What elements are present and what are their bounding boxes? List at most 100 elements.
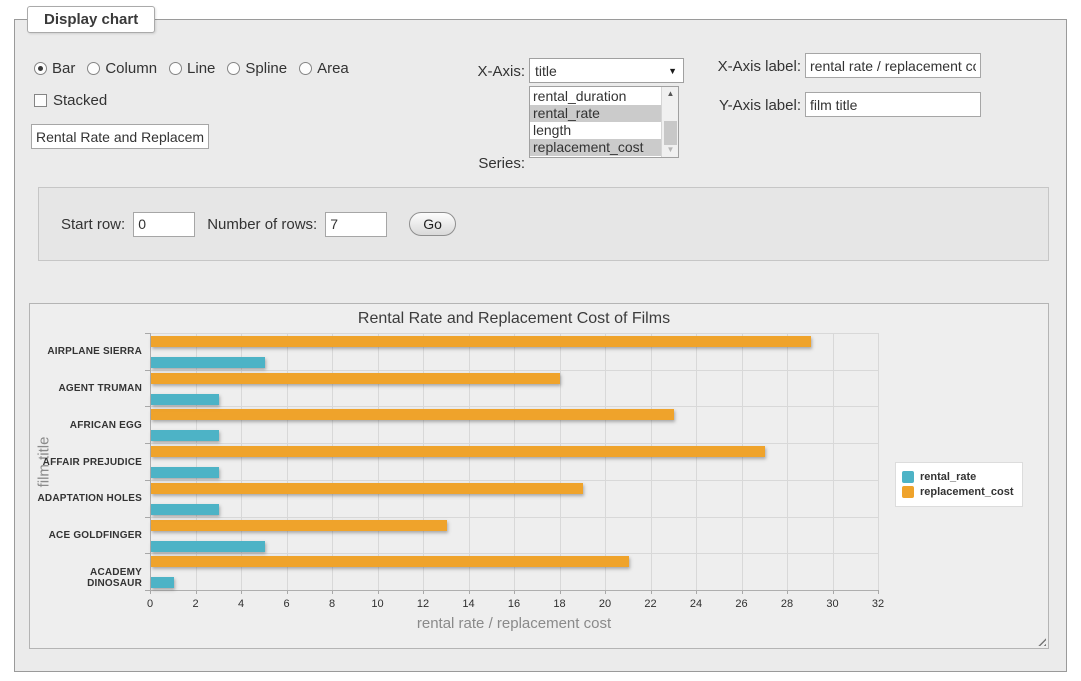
legend-item[interactable]: replacement_cost — [902, 486, 1014, 498]
bar-rental_rate[interactable] — [151, 357, 265, 368]
bar-replacement_cost[interactable] — [151, 336, 811, 347]
legend-item[interactable]: rental_rate — [902, 471, 1014, 483]
rows-panel: Start row: Number of rows: Go — [38, 187, 1049, 261]
go-button[interactable]: Go — [409, 212, 456, 236]
chart-title: Rental Rate and Replacement Cost of Film… — [150, 310, 878, 328]
scrollbar-thumb[interactable] — [664, 121, 677, 145]
x-axis-selected-value: title — [535, 63, 557, 79]
stacked-label: Stacked — [53, 92, 107, 109]
x-axis-label-label: X-Axis label: — [671, 58, 801, 75]
chart-legend: rental_rate replacement_cost — [895, 462, 1023, 507]
x-tick-label: 32 — [863, 598, 893, 610]
start-row-input[interactable] — [133, 212, 195, 237]
x-tick-label: 30 — [818, 598, 848, 610]
grid-line — [287, 333, 288, 590]
bar-replacement_cost[interactable] — [151, 446, 765, 457]
chart-type-area[interactable]: Area — [299, 60, 349, 77]
chart-type-bar[interactable]: Bar — [34, 60, 75, 77]
chart-container: Rental Rate and Replacement Cost of Film… — [29, 303, 1049, 649]
category-label: AIRPLANE SIERRA — [34, 346, 142, 357]
radio-icon[interactable] — [227, 62, 240, 75]
x-tick-label: 14 — [454, 598, 484, 610]
x-tick-label: 12 — [408, 598, 438, 610]
legend-swatch-icon — [902, 471, 914, 483]
chart-type-column[interactable]: Column — [87, 60, 157, 77]
x-tick-label: 2 — [181, 598, 211, 610]
stacked-option[interactable]: Stacked — [34, 92, 107, 109]
grid-line — [514, 333, 515, 590]
grid-line — [332, 333, 333, 590]
bar-rental_rate[interactable] — [151, 504, 219, 515]
x-tick-label: 18 — [545, 598, 575, 610]
bar-rental_rate[interactable] — [151, 541, 265, 552]
x-tick-label: 10 — [363, 598, 393, 610]
chart-type-spline[interactable]: Spline — [227, 60, 287, 77]
number-of-rows-label: Number of rows: — [207, 216, 317, 233]
x-tick-label: 6 — [272, 598, 302, 610]
x-tick-label: 26 — [727, 598, 757, 610]
category-label: ACE GOLDFINGER — [34, 530, 142, 541]
x-axis-line — [150, 590, 878, 591]
resize-handle-icon[interactable] — [1035, 635, 1046, 646]
category-label: AFRICAN EGG — [34, 420, 142, 431]
scroll-down-icon[interactable]: ▼ — [662, 143, 679, 157]
radio-icon[interactable] — [299, 62, 312, 75]
stacked-checkbox[interactable] — [34, 94, 47, 107]
x-tick-label: 16 — [499, 598, 529, 610]
x-tick-label: 4 — [226, 598, 256, 610]
bar-replacement_cost[interactable] — [151, 483, 583, 494]
grid-line — [469, 333, 470, 590]
radio-icon[interactable] — [87, 62, 100, 75]
x-tick-label: 20 — [590, 598, 620, 610]
series-select-label: Series: — [395, 155, 525, 172]
chart-type-area-label: Area — [317, 60, 349, 77]
number-of-rows-input[interactable] — [325, 212, 387, 237]
x-tick-mark — [878, 590, 879, 594]
radio-icon[interactable] — [34, 62, 47, 75]
bar-rental_rate[interactable] — [151, 577, 174, 588]
category-label: ADAPTATION HOLES — [34, 493, 142, 504]
series-option-replacement-cost[interactable]: replacement_cost — [530, 139, 661, 156]
category-label: ACADEMY DINOSAUR — [34, 567, 142, 589]
series-option-rental-duration[interactable]: rental_duration — [530, 88, 661, 105]
legend-label: rental_rate — [920, 471, 976, 483]
x-axis-title: rental rate / replacement cost — [150, 615, 878, 632]
chart-type-spline-label: Spline — [245, 60, 287, 77]
bar-rental_rate[interactable] — [151, 394, 219, 405]
x-axis-label-input[interactable] — [805, 53, 981, 78]
start-row-label: Start row: — [61, 216, 125, 233]
bar-rental_rate[interactable] — [151, 467, 219, 478]
grid-line — [423, 333, 424, 590]
x-tick-label: 24 — [681, 598, 711, 610]
grid-line — [742, 333, 743, 590]
x-tick-label: 0 — [135, 598, 165, 610]
grid-line — [651, 333, 652, 590]
chart-type-bar-label: Bar — [52, 60, 75, 77]
radio-icon[interactable] — [169, 62, 182, 75]
bar-replacement_cost[interactable] — [151, 373, 560, 384]
bar-rental_rate[interactable] — [151, 430, 219, 441]
chart-title-input[interactable] — [31, 124, 209, 149]
x-tick-label: 28 — [772, 598, 802, 610]
bar-replacement_cost[interactable] — [151, 409, 674, 420]
x-axis-select-label: X-Axis: — [395, 63, 525, 80]
y-axis-label-input[interactable] — [805, 92, 981, 117]
series-option-rental-rate[interactable]: rental_rate — [530, 105, 661, 122]
fieldset-legend: Display chart — [27, 6, 155, 33]
page: { "form": { "legend": "Display chart", "… — [0, 0, 1081, 681]
legend-label: replacement_cost — [920, 486, 1014, 498]
display-chart-fieldset: Display chart Bar Column Line Spline Are… — [14, 19, 1067, 672]
series-options: rental_duration rental_rate length repla… — [530, 87, 661, 157]
chart-type-line[interactable]: Line — [169, 60, 215, 77]
grid-line — [560, 333, 561, 590]
bar-replacement_cost[interactable] — [151, 556, 629, 567]
category-label: AGENT TRUMAN — [34, 383, 142, 394]
series-option-length[interactable]: length — [530, 122, 661, 139]
chart-type-line-label: Line — [187, 60, 215, 77]
x-axis-select[interactable]: title ▼ — [529, 58, 684, 83]
series-listbox[interactable]: rental_duration rental_rate length repla… — [529, 86, 679, 158]
bar-replacement_cost[interactable] — [151, 520, 447, 531]
grid-line — [878, 333, 879, 590]
grid-line — [833, 333, 834, 590]
grid-line — [787, 333, 788, 590]
